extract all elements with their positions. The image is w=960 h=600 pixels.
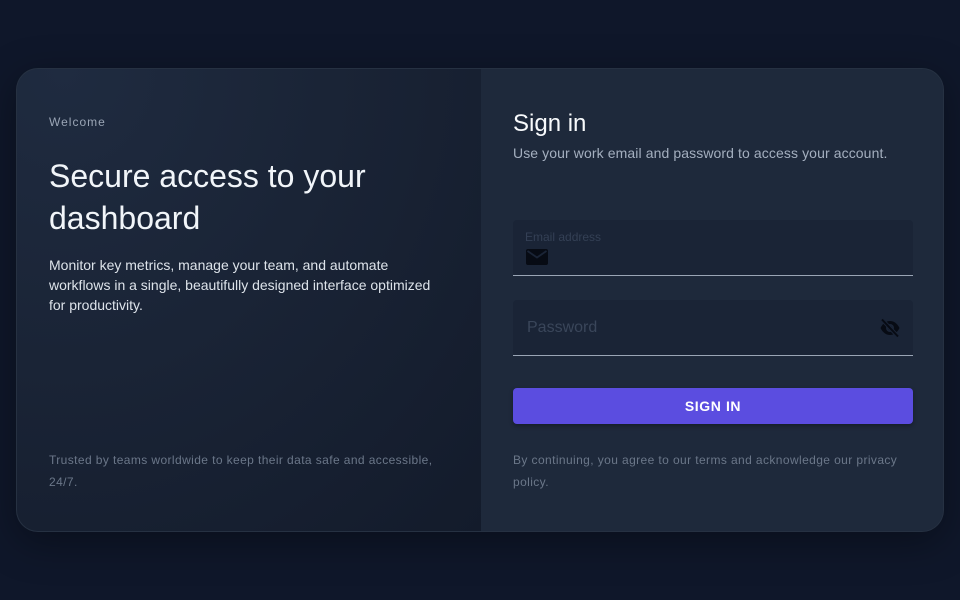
- sign-in-panel: Sign in Use your work email and password…: [481, 69, 943, 531]
- sign-in-title: Sign in: [513, 110, 587, 137]
- sign-in-button[interactable]: SIGN IN: [513, 388, 913, 424]
- password-field[interactable]: [513, 300, 913, 356]
- trust-footnote: Trusted by teams worldwide to keep their…: [49, 453, 433, 489]
- email-input[interactable]: [557, 244, 901, 270]
- eye-off-icon[interactable]: [877, 315, 903, 341]
- hero-description: Monitor key metrics, manage your team, a…: [49, 257, 431, 313]
- login-card: Welcome Secure access to your dashboard …: [16, 68, 944, 532]
- mail-icon: [526, 249, 548, 265]
- sign-in-subtitle: Use your work email and password to acce…: [513, 145, 888, 161]
- hero-panel: Welcome Secure access to your dashboard …: [17, 69, 481, 531]
- password-input[interactable]: [525, 314, 863, 342]
- welcome-eyebrow: Welcome: [49, 115, 106, 129]
- hero-title: Secure access to your dashboard: [49, 158, 366, 236]
- email-field[interactable]: Email address: [513, 220, 913, 276]
- terms-notice: By continuing, you agree to our terms an…: [513, 453, 898, 489]
- email-label: Email address: [525, 230, 602, 244]
